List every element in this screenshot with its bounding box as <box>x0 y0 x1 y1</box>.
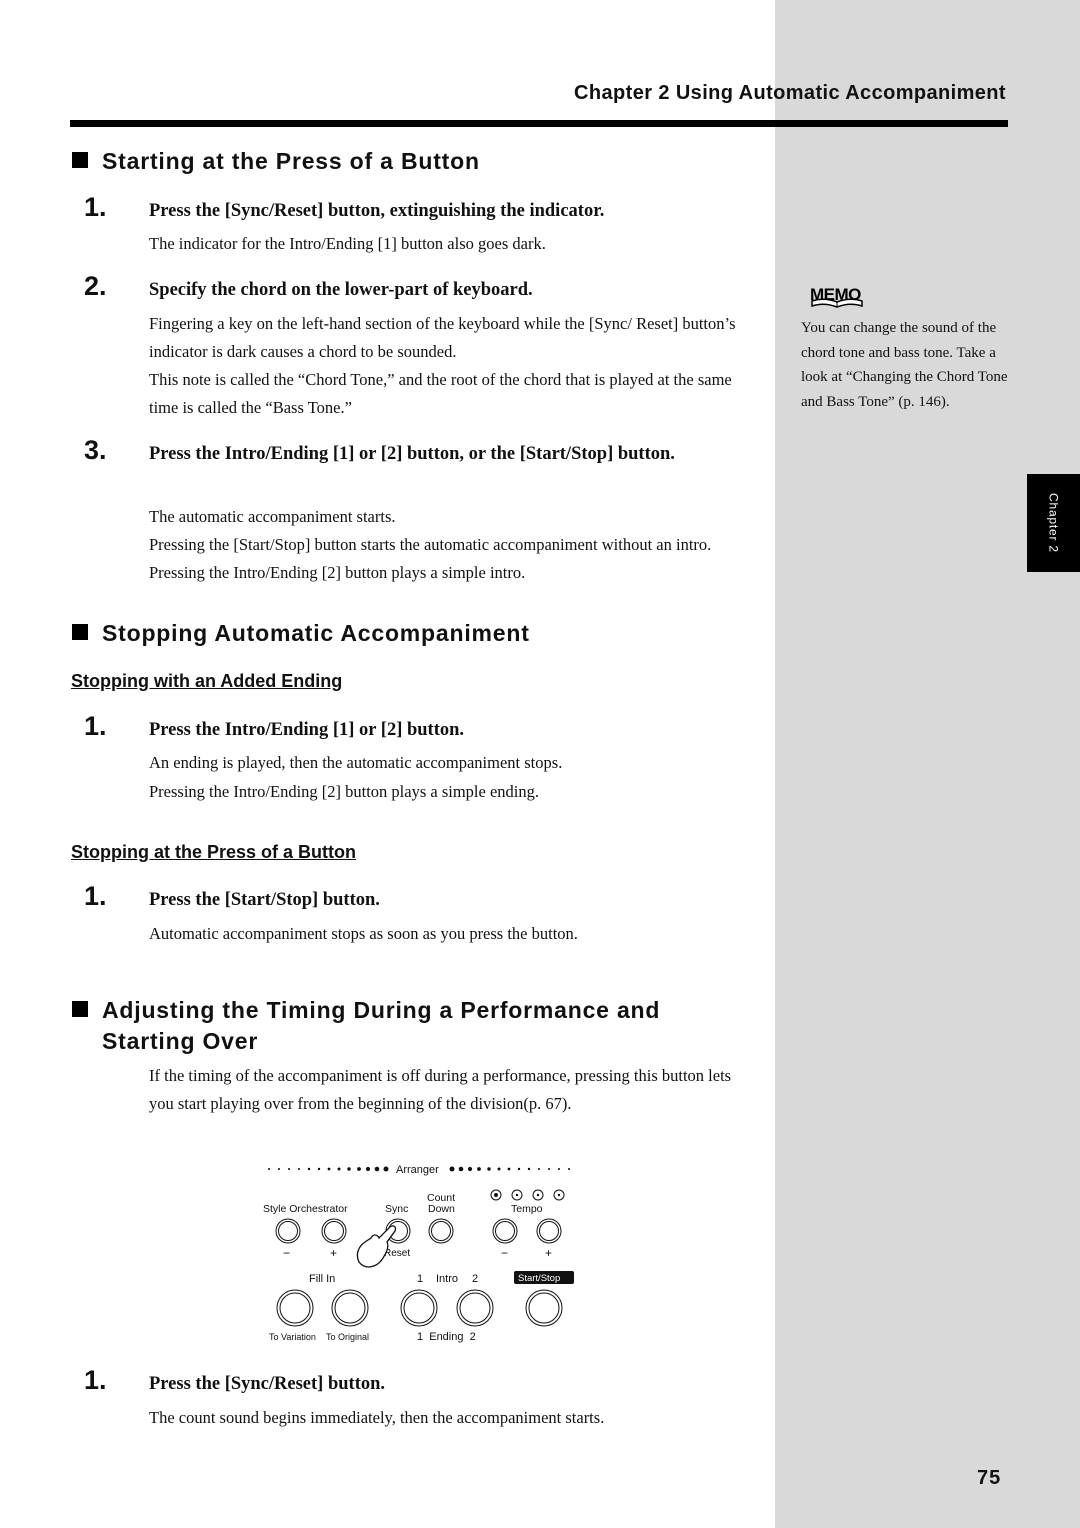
orchestrator-plus-label: + <box>330 1246 337 1260</box>
style-orchestrator-plus-button[interactable] <box>321 1218 347 1244</box>
intro-ending-1-button[interactable] <box>400 1289 438 1327</box>
step-body: Pressing the Intro/Ending [2] button pla… <box>149 782 539 801</box>
intro-1-label: 1 <box>417 1273 423 1285</box>
tempo-indicator-dots <box>494 1193 561 1197</box>
arranger-dots-right <box>449 1166 570 1172</box>
ending-label: 1 Ending 2 <box>417 1331 476 1343</box>
memo-text: You can change the sound of the chord to… <box>801 320 1008 410</box>
step-number: 1. <box>84 881 107 911</box>
svg-text:MEMO: MEMO <box>810 285 861 304</box>
step-title: Press the [Sync/Reset] button. <box>149 1374 386 1394</box>
intro-2-label: 2 <box>472 1273 478 1285</box>
count-down-button[interactable] <box>428 1218 454 1244</box>
start-stop-label: Start/Stop <box>518 1273 560 1284</box>
pointing-hand-icon <box>356 1225 397 1268</box>
step-body: The count sound begins immediately, then… <box>149 1408 605 1427</box>
to-variation-label: To Variation <box>269 1332 316 1342</box>
chapter-tab[interactable]: Chapter 2 <box>1027 474 1080 572</box>
intro-ending-2-button[interactable] <box>456 1289 494 1327</box>
subsection-heading: Stopping at the Press of a Button <box>71 842 357 862</box>
fill-in-to-variation-button[interactable] <box>276 1289 314 1327</box>
chapter-header: Chapter 2 Using Automatic Accompaniment <box>574 82 1006 104</box>
tempo-plus-label: + <box>545 1246 552 1260</box>
step-number: 3. <box>84 435 107 465</box>
header-rule <box>70 120 1008 127</box>
section-intro: If the timing of the accompaniment is of… <box>149 1066 732 1113</box>
style-orchestrator-minus-button[interactable] <box>275 1218 301 1244</box>
down-label: Down <box>428 1203 455 1215</box>
square-bullet-icon <box>72 624 88 640</box>
step-title: Press the Intro/Ending [1] or [2] button… <box>149 444 675 464</box>
step-number: 2. <box>84 271 107 301</box>
step-title: Press the Intro/Ending [1] or [2] button… <box>149 720 465 740</box>
step-body: Automatic accompaniment stops as soon as… <box>149 924 578 943</box>
fill-in-to-original-button[interactable] <box>331 1289 369 1327</box>
arranger-dots-left <box>268 1166 389 1172</box>
step-body: Fingering a key on the left-hand section… <box>149 314 736 361</box>
tempo-minus-button[interactable] <box>492 1218 518 1244</box>
step-title: Specify the chord on the lower-part of k… <box>149 280 533 300</box>
orchestrator-minus-label: − <box>283 1246 290 1260</box>
step-title: Press the [Sync/Reset] button, extinguis… <box>149 201 605 221</box>
step-body: This note is called the “Chord Tone,” an… <box>149 370 732 417</box>
style-orchestrator-label: Style Orchestrator <box>263 1203 348 1215</box>
step-number: 1. <box>84 1365 107 1395</box>
intro-label: Intro <box>436 1273 458 1285</box>
reset-label: Reset <box>384 1248 410 1259</box>
step-body: Pressing the [Start/Stop] button starts … <box>149 535 712 582</box>
step-body: An ending is played, then the automatic … <box>149 753 563 772</box>
tempo-plus-button[interactable] <box>536 1218 562 1244</box>
fill-in-label: Fill In <box>309 1273 335 1285</box>
subsection-heading: Stopping with an Added Ending <box>71 671 343 691</box>
memo-icon: MEMO <box>806 281 868 314</box>
step-number: 1. <box>84 711 107 741</box>
section-heading-starting: Starting at the Press of a Button <box>72 146 480 177</box>
start-stop-button[interactable] <box>525 1289 563 1327</box>
step-title: Press the [Start/Stop] button. <box>149 890 380 910</box>
chapter-tab-label: Chapter 2 <box>1046 493 1061 553</box>
page-number: 75 <box>977 1467 1002 1489</box>
step-number: 1. <box>84 192 107 222</box>
tempo-label: Tempo <box>511 1203 543 1215</box>
tempo-indicators <box>490 1189 565 1201</box>
arranger-panel-svg: Arranger Style Orchestrator Sync Count D… <box>263 1164 574 1343</box>
square-bullet-icon <box>72 1001 88 1017</box>
tempo-minus-label: − <box>501 1246 508 1260</box>
step-body: The indicator for the Intro/Ending [1] b… <box>149 234 546 253</box>
arranger-panel-diagram: Arranger Style Orchestrator Sync Count D… <box>255 1158 585 1348</box>
section-heading-stopping: Stopping Automatic Accompaniment <box>72 618 530 649</box>
section-heading-adjusting: Adjusting the Timing During a Performanc… <box>72 995 660 1057</box>
sidebar-background <box>775 0 1080 1528</box>
to-original-label: To Original <box>326 1332 369 1342</box>
arranger-label: Arranger <box>396 1164 439 1176</box>
step-body: The automatic accompaniment starts. <box>149 507 396 526</box>
sync-label: Sync <box>385 1203 408 1215</box>
square-bullet-icon <box>72 152 88 168</box>
